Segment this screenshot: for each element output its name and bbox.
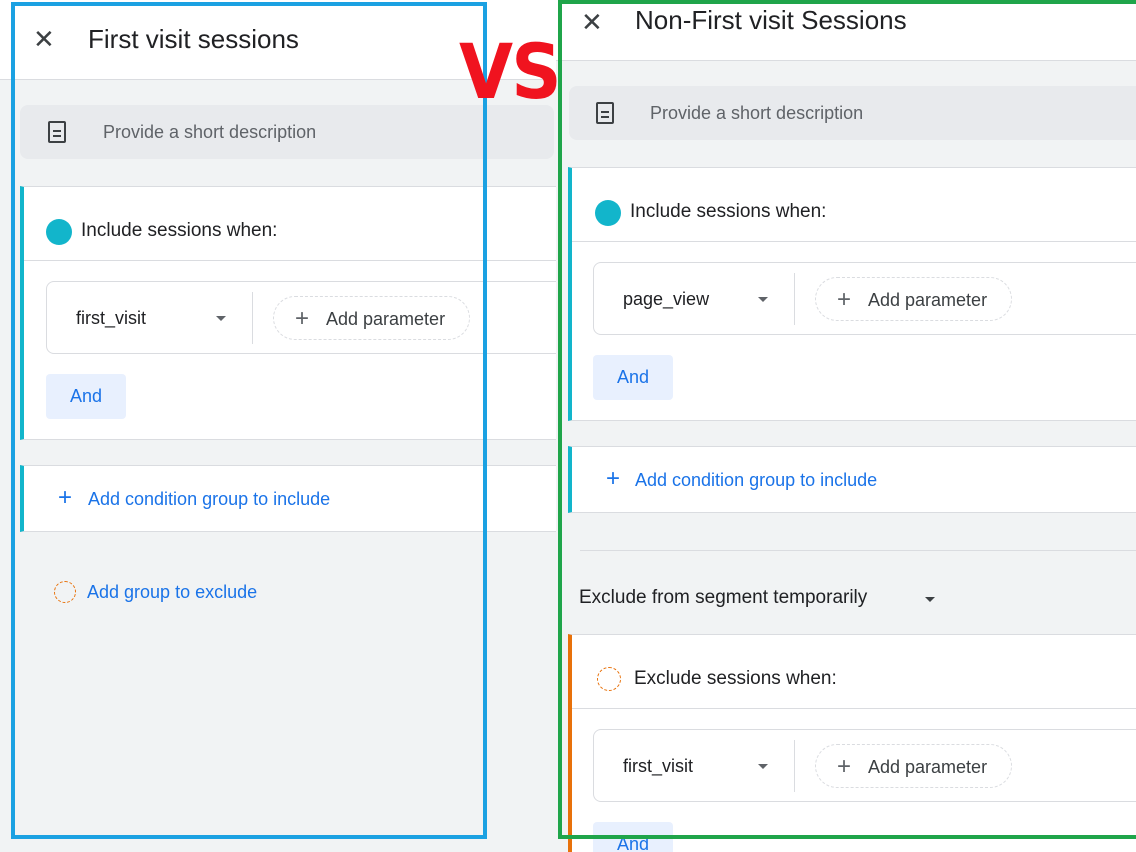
include-condition-card: Include sessions when: first_visit + Add… xyxy=(20,186,556,440)
document-icon xyxy=(596,102,614,124)
condition-row: first_visit + Add parameter xyxy=(46,281,556,354)
plus-icon: + xyxy=(58,484,73,511)
divider xyxy=(24,260,556,261)
non-first-visit-segment-panel: ✕ Non-First visit Sessions Provide a sho… xyxy=(556,0,1136,852)
include-dot-icon xyxy=(595,200,621,226)
include-title: Include sessions when: xyxy=(81,220,278,241)
divider xyxy=(572,241,1136,242)
segment-title: Non-First visit Sessions xyxy=(635,5,907,35)
add-parameter-label: Add parameter xyxy=(868,290,988,310)
document-icon xyxy=(48,121,66,143)
plus-icon: + xyxy=(606,465,621,492)
condition-row: page_view + Add parameter xyxy=(593,262,1136,335)
divider xyxy=(794,740,795,792)
description-placeholder: Provide a short description xyxy=(103,122,317,142)
divider xyxy=(794,273,795,325)
and-button[interactable]: And xyxy=(593,822,673,852)
include-dot-icon xyxy=(46,219,72,245)
add-parameter-button[interactable]: + Add parameter xyxy=(815,744,1012,788)
divider xyxy=(580,550,1136,551)
add-parameter-button[interactable]: + Add parameter xyxy=(815,277,1012,321)
plus-icon: + xyxy=(837,286,852,313)
and-button[interactable]: And xyxy=(593,355,673,400)
chevron-down-icon[interactable] xyxy=(758,297,768,302)
close-icon[interactable]: ✕ xyxy=(33,26,55,52)
include-condition-card: Include sessions when: page_view + Add p… xyxy=(568,167,1136,421)
description-placeholder: Provide a short description xyxy=(650,103,864,123)
add-condition-group-link[interactable]: Add condition group to include xyxy=(635,470,877,491)
segment-title: First visit sessions xyxy=(88,24,299,54)
close-icon[interactable]: ✕ xyxy=(581,9,603,35)
add-condition-group-link[interactable]: Add condition group to include xyxy=(88,489,330,510)
chevron-down-icon[interactable] xyxy=(216,316,226,321)
event-name-select[interactable]: first_visit xyxy=(623,756,693,777)
exclude-dashed-circle-icon xyxy=(597,667,621,691)
add-parameter-label: Add parameter xyxy=(868,757,988,777)
exclude-condition-card: Exclude sessions when: first_visit + Add… xyxy=(568,634,1136,852)
panel-header: ✕ Non-First visit Sessions xyxy=(556,0,1136,61)
divider xyxy=(572,708,1136,709)
description-field[interactable]: Provide a short description xyxy=(569,86,1136,140)
chevron-down-icon[interactable] xyxy=(758,764,768,769)
add-parameter-button[interactable]: + Add parameter xyxy=(273,296,470,340)
event-name-select[interactable]: first_visit xyxy=(76,308,146,329)
add-parameter-label: Add parameter xyxy=(326,309,446,329)
first-visit-segment-panel: ✕ First visit sessions Provide a short d… xyxy=(0,0,556,852)
include-title: Include sessions when: xyxy=(630,201,827,222)
chevron-down-icon[interactable] xyxy=(925,597,935,602)
exclude-dashed-circle-icon xyxy=(54,581,76,603)
and-button[interactable]: And xyxy=(46,374,126,419)
plus-icon: + xyxy=(295,305,310,332)
vs-label: VS xyxy=(459,27,562,116)
add-group-to-exclude-link[interactable]: Add group to exclude xyxy=(87,582,257,603)
divider xyxy=(252,292,253,344)
plus-icon: + xyxy=(837,753,852,780)
exclude-title: Exclude sessions when: xyxy=(634,668,837,689)
add-condition-group-card[interactable]: + Add condition group to include xyxy=(568,446,1136,513)
add-condition-group-card[interactable]: + Add condition group to include xyxy=(20,465,556,532)
condition-row: first_visit + Add parameter xyxy=(593,729,1136,802)
exclude-mode-select[interactable]: Exclude from segment temporarily xyxy=(579,587,867,609)
event-name-select[interactable]: page_view xyxy=(623,289,709,310)
